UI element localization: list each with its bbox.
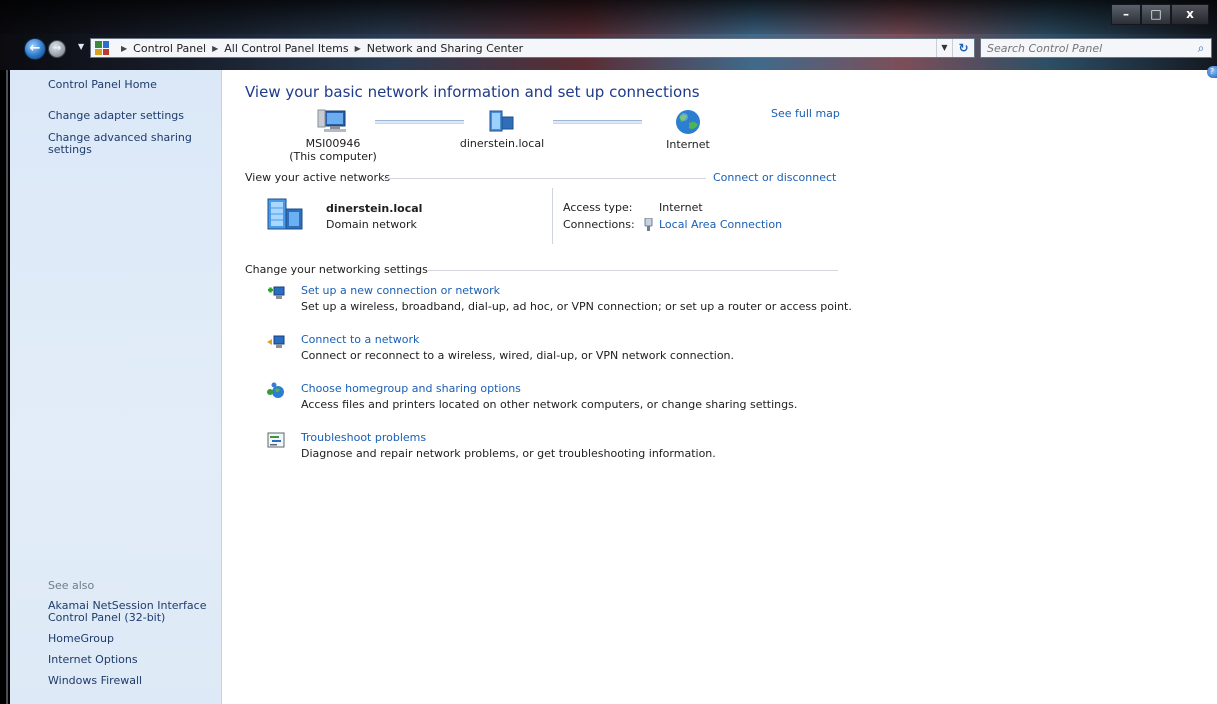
main-content: ? View your basic network information an… xyxy=(222,66,1217,704)
maximize-button[interactable]: □ xyxy=(1141,4,1171,25)
see-also-homegroup[interactable]: HomeGroup xyxy=(48,633,114,645)
globe-icon xyxy=(676,110,700,134)
map-connection-line xyxy=(553,120,642,124)
breadcrumb-separator-icon[interactable]: ▶ xyxy=(355,44,361,53)
computer-name: MSI00946 xyxy=(305,137,361,150)
address-bar[interactable]: ▶ Control Panel ▶ All Control Panel Item… xyxy=(90,38,975,58)
task-description: Access files and printers located on oth… xyxy=(301,398,798,411)
domain-network-large-icon[interactable] xyxy=(266,195,306,235)
active-networks-heading: View your active networks xyxy=(245,171,391,184)
task-title[interactable]: Connect to a network xyxy=(301,333,419,346)
navigation-bar: ← → ▼ ▶ Control Panel ▶ All Control Pane… xyxy=(0,36,1217,62)
computer-icon xyxy=(317,109,346,132)
page-title: View your basic network information and … xyxy=(245,83,700,101)
local-area-connection-link[interactable]: Local Area Connection xyxy=(659,218,782,231)
task-title[interactable]: Troubleshoot problems xyxy=(301,431,426,444)
breadcrumb-separator-icon[interactable]: ▶ xyxy=(121,44,127,53)
computer-subtitle: (This computer) xyxy=(289,150,377,163)
access-type-value: Internet xyxy=(659,201,703,214)
troubleshoot-icon xyxy=(267,432,285,448)
minimize-button[interactable]: – xyxy=(1111,4,1141,25)
task-title[interactable]: Set up a new connection or network xyxy=(301,284,500,297)
control-panel-icon xyxy=(95,41,109,55)
back-button[interactable]: ← xyxy=(24,38,46,60)
sidebar-change-adapter-settings[interactable]: Change adapter settings xyxy=(48,110,184,122)
refresh-button[interactable]: ↻ xyxy=(952,39,974,57)
map-node-computer: MSI00946 (This computer) xyxy=(278,108,388,163)
see-also-label: See also xyxy=(48,579,95,592)
sidebar-control-panel-home[interactable]: Control Panel Home xyxy=(48,79,157,91)
search-icon[interactable]: ⌕ xyxy=(1191,41,1211,56)
domain-network-icon xyxy=(489,110,514,132)
task-description: Connect or reconnect to a wireless, wire… xyxy=(301,349,735,362)
address-dropdown-icon[interactable]: ▼ xyxy=(936,39,952,57)
connect-or-disconnect-link[interactable]: Connect or disconnect xyxy=(713,171,836,184)
section-divider xyxy=(428,270,838,271)
task-title[interactable]: Choose homegroup and sharing options xyxy=(301,382,521,395)
active-network-type[interactable]: Domain network xyxy=(326,218,417,231)
map-network-name: dinerstein.local xyxy=(459,137,545,150)
window-left-border xyxy=(0,70,10,704)
active-network-name: dinerstein.local xyxy=(326,202,423,215)
search-box[interactable]: ⌕ xyxy=(980,38,1212,58)
help-icon[interactable]: ? xyxy=(1207,66,1217,78)
change-settings-heading: Change your networking settings xyxy=(245,263,428,276)
homegroup-icon xyxy=(267,382,284,398)
map-node-internet: Internet xyxy=(638,108,738,151)
breadcrumb-network-sharing-center[interactable]: Network and Sharing Center xyxy=(367,42,523,55)
sidebar-change-advanced-sharing[interactable]: Change advanced sharing settings xyxy=(48,132,208,156)
breadcrumb-separator-icon[interactable]: ▶ xyxy=(212,44,218,53)
connect-network-icon xyxy=(267,335,285,348)
map-internet: Internet xyxy=(666,138,710,151)
map-node-network: dinerstein.local xyxy=(437,108,567,150)
see-full-map-link[interactable]: See full map xyxy=(771,107,840,120)
see-also-internet-options[interactable]: Internet Options xyxy=(48,654,138,666)
vertical-divider xyxy=(552,188,553,244)
forward-button[interactable]: → xyxy=(48,40,66,58)
search-input[interactable] xyxy=(981,41,1191,55)
task-description: Diagnose and repair network problems, or… xyxy=(301,447,716,460)
close-button[interactable]: x xyxy=(1171,4,1209,25)
recent-pages-dropdown-icon[interactable]: ▼ xyxy=(78,42,84,51)
task-description: Set up a wireless, broadband, dial-up, a… xyxy=(301,300,852,313)
network-adapter-icon xyxy=(644,218,653,231)
see-also-windows-firewall[interactable]: Windows Firewall xyxy=(48,675,142,687)
connections-label: Connections: xyxy=(563,218,635,231)
breadcrumb-all-items[interactable]: All Control Panel Items xyxy=(224,42,348,55)
new-connection-icon xyxy=(268,286,285,299)
see-also-akamai[interactable]: Akamai NetSession Interface Control Pane… xyxy=(48,600,218,624)
sidebar: Control Panel Home Change adapter settin… xyxy=(10,70,222,704)
access-type-label: Access type: xyxy=(563,201,633,214)
breadcrumb-control-panel[interactable]: Control Panel xyxy=(133,42,206,55)
section-divider xyxy=(384,178,706,179)
window-controls: – □ x xyxy=(1111,4,1209,25)
